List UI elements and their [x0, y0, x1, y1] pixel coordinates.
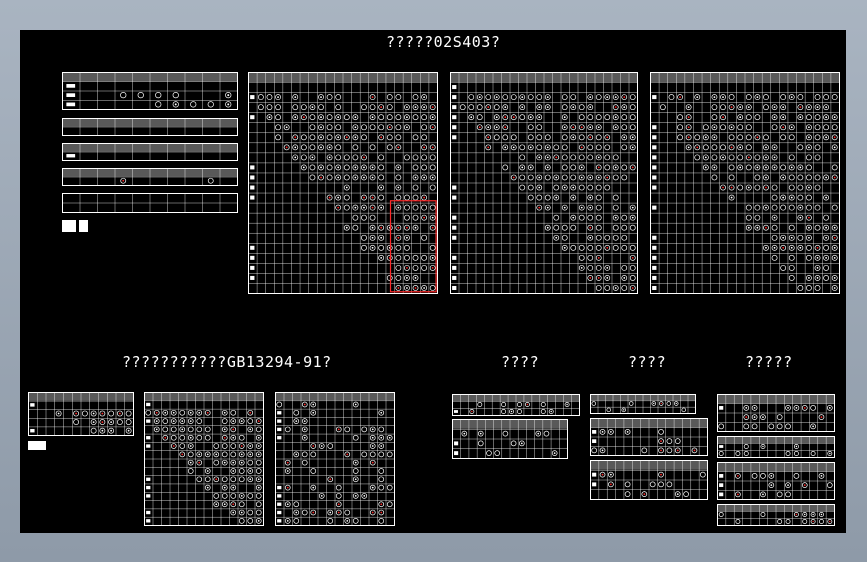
- drawing-title-top: ?????02S403?: [386, 33, 501, 51]
- fitting-table-1: [248, 72, 438, 294]
- fitting-table-2: [450, 72, 638, 294]
- drawing-title-section-a: ????: [501, 353, 540, 371]
- table-sheet: [62, 72, 238, 110]
- table-sheet: [62, 193, 238, 213]
- drawing-title-gb13294: ???????????GB13294-91?: [122, 353, 332, 371]
- drawing-title-section-b: ????: [628, 353, 667, 371]
- legend-swatch: [28, 441, 46, 450]
- fitting-table-3: [650, 72, 840, 294]
- table-sheet: [62, 168, 238, 186]
- drawing-title-section-c: ?????: [745, 353, 793, 371]
- gb13294-table-2: [275, 392, 395, 526]
- table-sheet: [452, 419, 568, 459]
- table-sheet: [717, 462, 835, 500]
- legend-swatch: [79, 220, 88, 232]
- cad-drawing-canvas[interactable]: ?????02S403? ???????????GB13294-91? ????…: [20, 30, 846, 533]
- table-sheet: [62, 143, 238, 161]
- gb13294-table-1: [144, 392, 264, 526]
- table-sheet: [590, 418, 708, 456]
- table-sheet: [717, 394, 835, 432]
- table-sheet: [590, 394, 696, 414]
- legend-swatch: [62, 220, 76, 232]
- table-sheet: [452, 394, 580, 416]
- table-sheet: [28, 392, 134, 436]
- table-sheet: [590, 460, 708, 500]
- table-sheet: [62, 118, 238, 136]
- table-sheet: [717, 504, 835, 526]
- table-sheet: [717, 436, 835, 458]
